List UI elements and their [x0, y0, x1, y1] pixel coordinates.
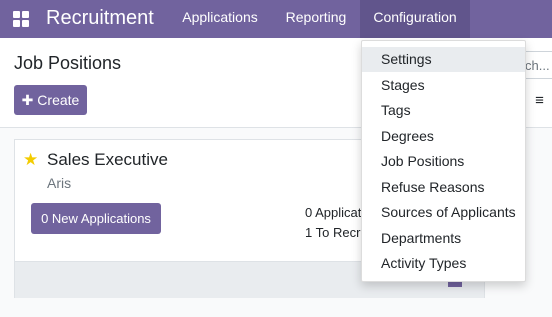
menu-reporting[interactable]: Reporting — [276, 0, 356, 38]
menu-item-job-positions[interactable]: Job Positions — [362, 149, 525, 174]
plus-icon: ✚ — [21, 92, 34, 108]
menu-configuration[interactable]: Configuration — [360, 0, 470, 38]
menu-item-departments[interactable]: Departments — [362, 226, 525, 251]
app-brand[interactable]: Recruitment — [46, 5, 154, 31]
menu-item-tags[interactable]: Tags — [362, 98, 525, 123]
create-button-label: Create — [37, 92, 80, 108]
menu-applications[interactable]: Applications — [172, 0, 268, 38]
menu-item-stages[interactable]: Stages — [362, 73, 525, 98]
menu-item-sources-of-applicants[interactable]: Sources of Applicants — [362, 200, 525, 225]
menu-item-degrees[interactable]: Degrees — [362, 124, 525, 149]
create-button[interactable]: ✚ Create — [14, 85, 87, 115]
page-title: Job Positions — [14, 53, 122, 73]
configuration-dropdown: Settings Stages Tags Degrees Job Positio… — [361, 40, 526, 282]
menu-item-refuse-reasons[interactable]: Refuse Reasons — [362, 175, 525, 200]
job-name[interactable]: Sales Executive — [47, 150, 168, 170]
menu-item-activity-types[interactable]: Activity Types — [362, 251, 525, 276]
app-menu-icon[interactable] — [13, 11, 29, 27]
new-applications-button[interactable]: 0 New Applications — [31, 203, 161, 234]
star-icon[interactable]: ★ — [23, 150, 38, 170]
list-view-icon[interactable]: ≡ — [527, 88, 552, 114]
company-name: Aris — [47, 175, 72, 191]
top-navbar: Recruitment Applications Reporting Confi… — [0, 0, 552, 38]
menu-item-settings[interactable]: Settings — [362, 47, 525, 72]
